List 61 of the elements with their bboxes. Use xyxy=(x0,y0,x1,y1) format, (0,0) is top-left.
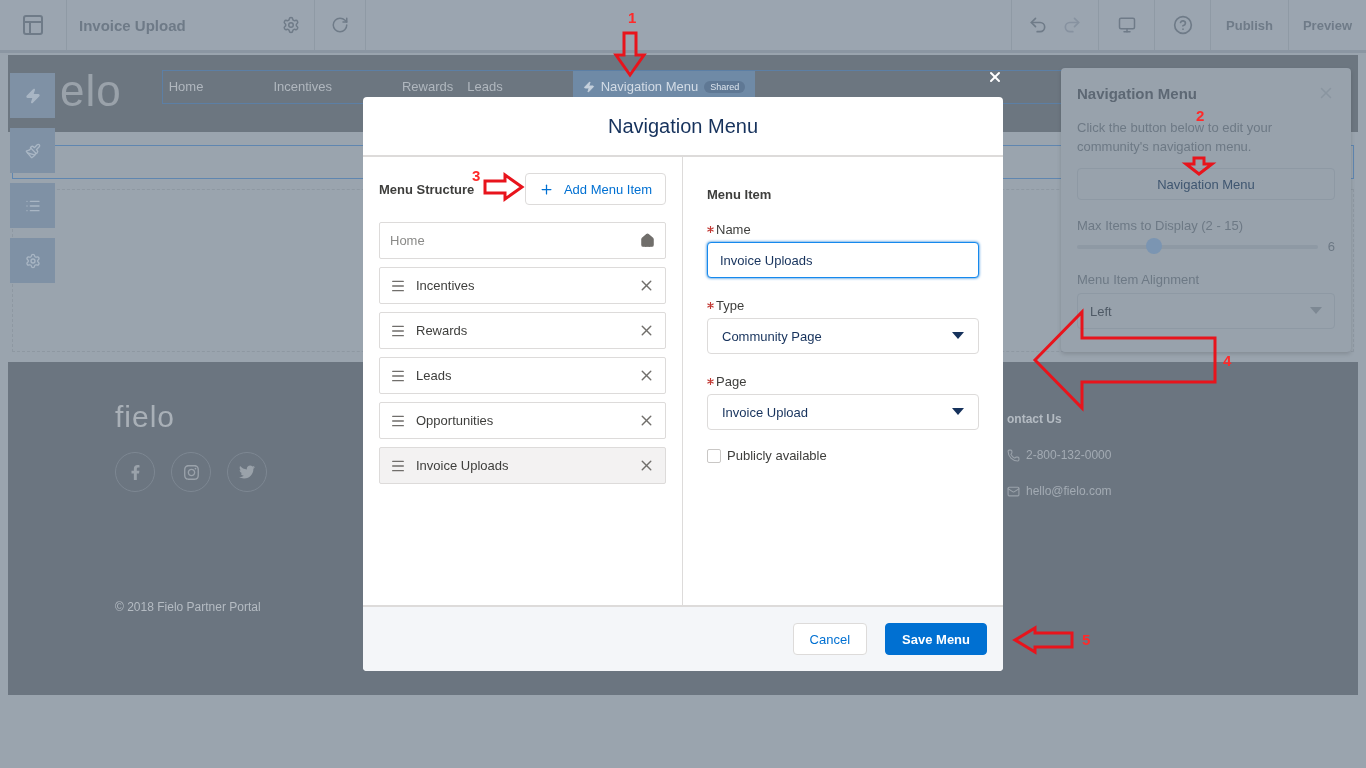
annotation-arrow xyxy=(613,31,647,78)
settings-icon xyxy=(24,252,41,269)
alignment-select[interactable]: Left xyxy=(1077,293,1335,329)
panel-title: Navigation Menu xyxy=(1077,84,1197,102)
brush-icon xyxy=(24,142,41,159)
annotation-number: 4 xyxy=(1223,352,1232,369)
detail-heading: Menu Item xyxy=(707,187,773,202)
home-icon xyxy=(640,233,655,248)
name-field[interactable]: Invoice Uploads xyxy=(707,242,979,278)
email-address: hello@fielo.com xyxy=(1026,484,1112,498)
annotation-arrow xyxy=(1181,156,1217,176)
select-field[interactable]: Invoice Upload xyxy=(707,394,979,430)
bolt-icon xyxy=(582,80,595,93)
slider-thumb[interactable] xyxy=(1146,237,1163,254)
settings-tool[interactable] xyxy=(10,238,55,283)
close-icon[interactable] xyxy=(987,69,1003,85)
checkbox-label: Publicly available xyxy=(727,448,827,463)
structure-heading: Menu Structure xyxy=(379,181,475,197)
copyright: © 2018 Fielo Partner Portal xyxy=(115,600,261,614)
field-label: Type xyxy=(716,298,745,313)
mail-icon xyxy=(1007,484,1020,498)
contact-heading: ontact Us xyxy=(1007,412,1063,426)
annotation-number: 1 xyxy=(628,9,637,26)
annotation-number: 3 xyxy=(472,167,481,184)
field-label: Page xyxy=(716,374,747,389)
shared-badge: Shared xyxy=(704,80,746,93)
annotation-arrow xyxy=(1012,625,1074,655)
menu-item[interactable]: Home xyxy=(379,222,666,259)
caret-icon xyxy=(952,332,964,340)
bolt-tool[interactable] xyxy=(10,73,55,118)
caret-icon xyxy=(952,408,964,416)
annotation-arrow xyxy=(483,172,525,202)
phone-icon xyxy=(1007,448,1020,462)
menu-item[interactable]: Invoice Uploads xyxy=(379,447,666,484)
footer-logo: fielo xyxy=(115,400,176,434)
menu-item[interactable]: Opportunities xyxy=(379,402,666,439)
checkbox[interactable] xyxy=(707,448,721,463)
plus-icon xyxy=(538,181,554,197)
select-field[interactable]: Community Page xyxy=(707,318,979,354)
refresh-icon[interactable] xyxy=(331,16,349,34)
undo-icon[interactable] xyxy=(1028,15,1048,35)
caret-icon xyxy=(1310,307,1322,315)
menu-item[interactable]: Leads xyxy=(379,357,666,394)
add-menu-item-button[interactable]: Add Menu Item xyxy=(525,173,666,205)
phone-number: 2-800-132-0000 xyxy=(1026,448,1112,462)
save-button[interactable]: Save Menu xyxy=(885,623,987,655)
monitor-icon[interactable] xyxy=(1117,16,1136,34)
bolt-icon xyxy=(24,87,41,104)
help-icon[interactable] xyxy=(1172,15,1193,35)
navigation-menu-button[interactable]: Navigation Menu xyxy=(1077,168,1335,200)
brush-tool[interactable] xyxy=(10,128,55,173)
modal-title: Navigation Menu xyxy=(607,114,759,138)
menu-item[interactable]: Rewards xyxy=(379,312,666,349)
menu-item[interactable]: Incentives xyxy=(379,267,666,304)
layout-icon[interactable] xyxy=(21,13,45,37)
cancel-button[interactable]: Cancel xyxy=(792,623,868,655)
list-tool[interactable] xyxy=(10,183,55,228)
settings-icon[interactable] xyxy=(282,16,300,34)
annotation-number: 5 xyxy=(1082,631,1091,648)
field-label: Name xyxy=(716,222,751,237)
annotation-number: 2 xyxy=(1196,107,1205,124)
